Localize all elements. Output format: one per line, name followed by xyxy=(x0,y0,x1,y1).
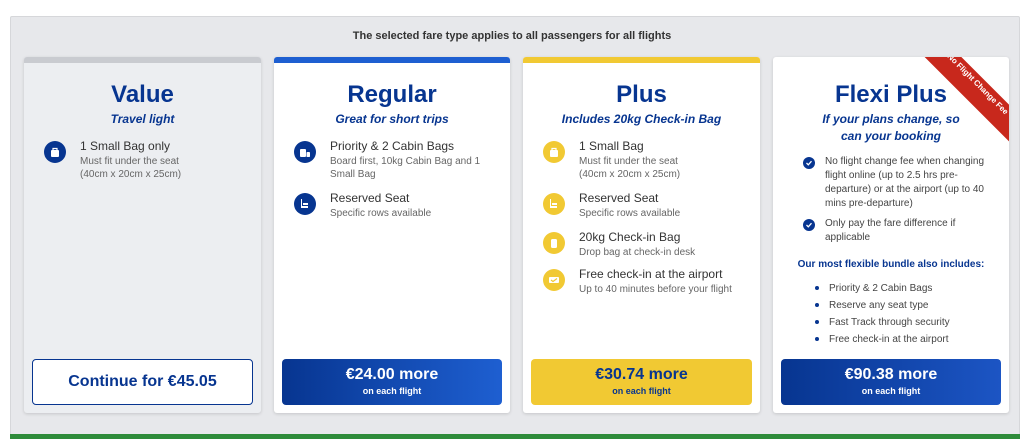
seat-icon xyxy=(294,193,316,215)
check-icon xyxy=(803,157,815,169)
bundle-item: Fast Track through security xyxy=(829,317,950,328)
feature-sub: Specific rows available xyxy=(330,208,432,219)
cabin-bags-icon xyxy=(294,141,316,163)
feature-title: Free check-in at the airport xyxy=(579,267,723,281)
fare-title: Plus xyxy=(616,81,667,108)
bundle-item: Free check-in at the airport xyxy=(829,334,949,345)
bottom-strip xyxy=(10,434,1020,439)
feature-sub: Board first, 10kg Cabin Bag and 1 Small … xyxy=(330,156,481,180)
feature-title: Reserved Seat xyxy=(579,191,659,205)
fare-tagline: Great for short trips xyxy=(335,112,449,126)
feature-small-bag: 1 Small Bag Must fit under the seat (40c… xyxy=(543,139,750,181)
continue-value-button[interactable]: Continue for €45.05 xyxy=(32,359,253,405)
price-more: €30.74 more xyxy=(595,366,688,383)
fare-notice: The selected fare type applies to all pa… xyxy=(352,30,672,42)
feature-cabin-bags: Priority & 2 Cabin Bags Board first, 10k… xyxy=(294,139,500,181)
fare-card-value: Value Travel light 1 Small Bag only Must… xyxy=(24,57,261,413)
price-more: €24.00 more xyxy=(345,366,439,383)
price-unit: on each flight xyxy=(861,386,921,396)
select-plus-button[interactable]: €30.74 more on each flight xyxy=(531,359,752,405)
feature-title: 1 Small Bag only xyxy=(80,139,171,153)
card-topbar xyxy=(24,57,261,63)
feature-sub: Up to 40 minutes before your flight xyxy=(579,284,732,295)
feature-title: Priority & 2 Cabin Bags xyxy=(330,139,455,153)
fare-card-flexi-plus: No Flight Change Fee Flexi Plus If your … xyxy=(773,57,1009,413)
bullet-icon xyxy=(815,303,819,307)
feature-title: 1 Small Bag xyxy=(579,139,644,153)
select-regular-button[interactable]: €24.00 more on each flight xyxy=(282,359,502,405)
bundle-item: Reserve any seat type xyxy=(829,300,929,311)
fare-card-regular: Regular Great for short trips Priority &… xyxy=(274,57,510,413)
small-bag-icon xyxy=(543,141,565,163)
feature-title: 20kg Check-in Bag xyxy=(579,230,681,244)
price-more: €90.38 more xyxy=(844,366,938,383)
boarding-pass-icon xyxy=(543,269,565,291)
flexi-benefit: No flight change fee when changing fligh… xyxy=(825,156,985,209)
flexi-benefit: Only pay the fare difference if applicab… xyxy=(825,218,956,243)
bundle-item: Priority & 2 Cabin Bags xyxy=(829,283,933,294)
feature-free-checkin: Free check-in at the airport Up to 40 mi… xyxy=(543,267,750,296)
bullet-icon xyxy=(815,337,819,341)
card-topbar xyxy=(523,57,760,63)
price-unit: on each flight xyxy=(362,386,422,396)
check-icon xyxy=(803,219,815,231)
fare-title: Value xyxy=(111,81,174,108)
bullet-icon xyxy=(815,320,819,324)
price-unit: on each flight xyxy=(612,386,671,396)
card-topbar xyxy=(274,57,510,63)
feature-reserved-seat: Reserved Seat Specific rows available xyxy=(294,191,500,220)
fare-title: Regular xyxy=(347,81,437,108)
feature-sub: Drop bag at check-in desk xyxy=(579,247,696,258)
feature-sub: Must fit under the seat (40cm x 20cm x 2… xyxy=(579,156,681,180)
feature-small-bag: 1 Small Bag only Must fit under the seat… xyxy=(44,139,251,181)
feature-sub: Specific rows available xyxy=(579,208,681,219)
fare-card-plus: Plus Includes 20kg Check-in Bag 1 Small … xyxy=(523,57,760,413)
seat-icon xyxy=(543,193,565,215)
feature-title: Reserved Seat xyxy=(330,191,410,205)
fare-tagline: If your plans change, so can your bookin… xyxy=(822,112,960,143)
fare-tagline: Travel light xyxy=(110,112,175,126)
checkin-bag-icon xyxy=(543,232,565,254)
small-bag-icon xyxy=(44,141,66,163)
feature-checkin-bag: 20kg Check-in Bag Drop bag at check-in d… xyxy=(543,230,750,259)
feature-sub: Must fit under the seat (40cm x 20cm x 2… xyxy=(80,156,182,180)
bullet-icon xyxy=(815,286,819,290)
fare-tagline: Includes 20kg Check-in Bag xyxy=(561,112,722,126)
select-flexi-plus-button[interactable]: €90.38 more on each flight xyxy=(781,359,1001,405)
bundle-heading: Our most flexible bundle also includes: xyxy=(797,259,985,270)
fare-title: Flexi Plus xyxy=(834,81,948,108)
feature-reserved-seat: Reserved Seat Specific rows available xyxy=(543,191,750,220)
